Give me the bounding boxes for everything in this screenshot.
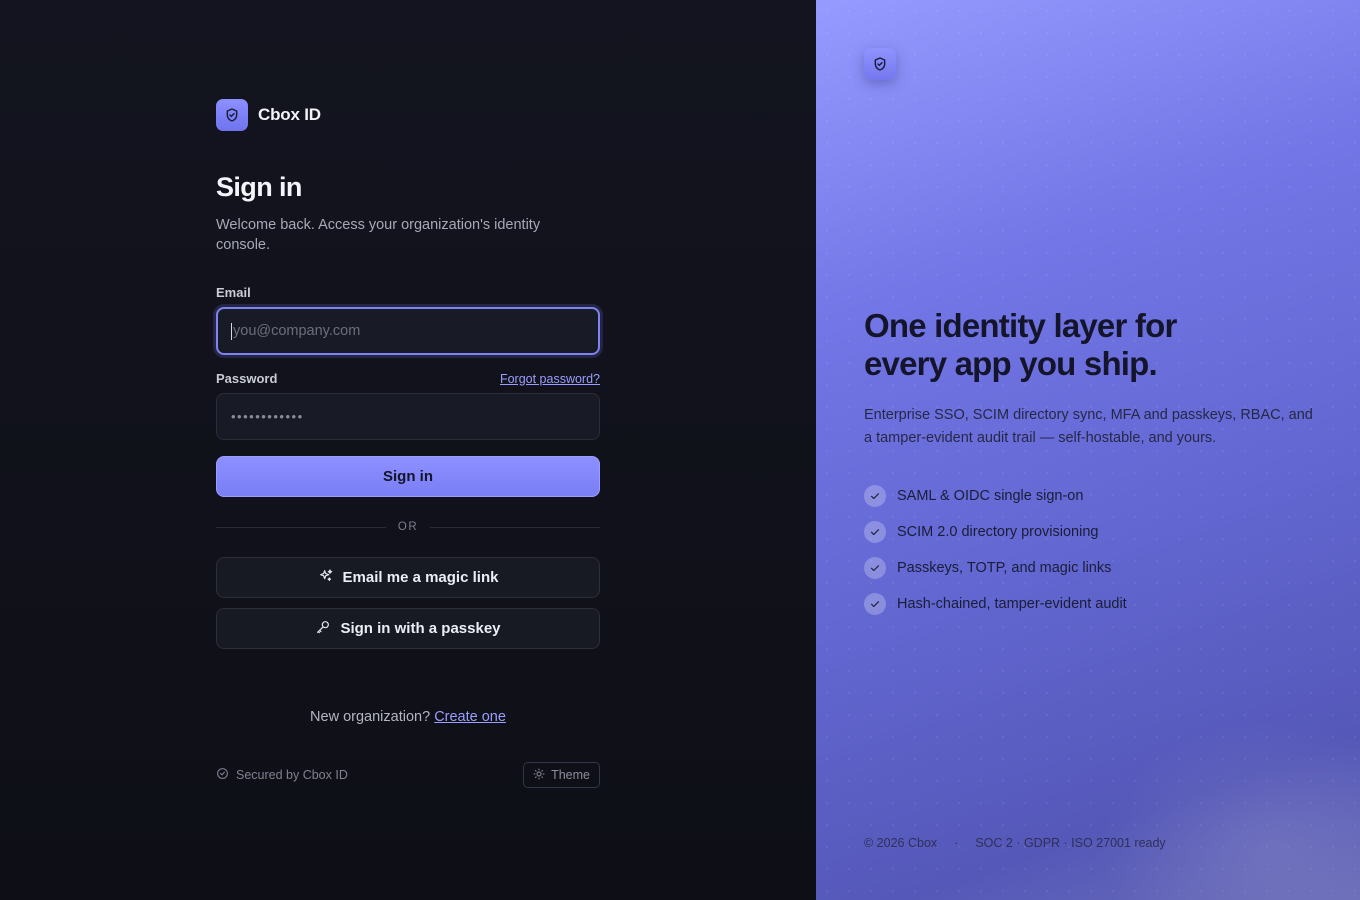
feature-label: SAML & OIDC single sign-on [897, 488, 1084, 504]
passkey-label: Sign in with a passkey [340, 620, 501, 637]
footer-separator: · [954, 836, 959, 850]
hero-headline-line1: One identity layer for [864, 307, 1177, 344]
new-org-prompt: New organization? Create one [216, 709, 600, 725]
check-circle-icon [216, 767, 229, 783]
divider-line [430, 526, 600, 528]
marketing-footer: © 2026 Cbox · SOC 2 · GDPR · ISO 27001 r… [864, 836, 1166, 850]
email-placeholder: you@company.com [233, 323, 361, 339]
check-icon [864, 557, 886, 579]
divider-line [216, 526, 386, 528]
email-label: Email [216, 285, 251, 300]
hero-headline-line2: every app you ship. [864, 345, 1158, 382]
password-placeholder: •••••••••••• [231, 409, 304, 424]
signin-footer: Secured by Cbox ID Theme [216, 762, 600, 788]
secured-by: Secured by Cbox ID [216, 767, 348, 783]
theme-toggle-button[interactable]: Theme [523, 762, 600, 788]
or-divider: OR [216, 521, 600, 533]
feature-item: SAML & OIDC single sign-on [864, 485, 1324, 507]
brand-name: Cbox ID [258, 105, 321, 124]
create-org-link[interactable]: Create one [434, 709, 506, 725]
new-org-text: New organization? [310, 709, 431, 725]
sign-in-button[interactable]: Sign in [216, 456, 600, 497]
password-label: Password [216, 371, 278, 386]
hero-headline: One identity layer for every app you shi… [864, 307, 1324, 383]
marketing-panel: One identity layer for every app you shi… [816, 0, 1360, 900]
hero: One identity layer for every app you shi… [864, 307, 1324, 629]
feature-label: Passkeys, TOTP, and magic links [897, 560, 1112, 576]
feature-item: Hash-chained, tamper-evident audit [864, 593, 1324, 615]
check-icon [864, 485, 886, 507]
compliance-badges: SOC 2 · GDPR · ISO 27001 ready [975, 836, 1166, 850]
check-icon [864, 521, 886, 543]
page-title: Sign in [216, 172, 302, 202]
check-icon [864, 593, 886, 615]
brand: Cbox ID [216, 99, 600, 131]
feature-label: Hash-chained, tamper-evident audit [897, 596, 1127, 612]
text-caret [231, 322, 232, 340]
shield-check-icon [216, 99, 248, 131]
sun-icon [533, 768, 545, 783]
password-label-row: Password Forgot password? [216, 371, 600, 386]
feature-item: Passkeys, TOTP, and magic links [864, 557, 1324, 579]
secured-text: Secured by Cbox ID [236, 768, 348, 782]
key-icon [315, 619, 331, 639]
theme-label: Theme [551, 768, 590, 782]
passkey-button[interactable]: Sign in with a passkey [216, 608, 600, 649]
email-input[interactable]: you@company.com [216, 307, 600, 355]
copyright: © 2026 Cbox [864, 836, 938, 850]
divider-text: OR [397, 521, 419, 533]
shield-check-icon [864, 48, 896, 80]
feature-list: SAML & OIDC single sign-on SCIM 2.0 dire… [864, 485, 1324, 615]
forgot-password-link[interactable]: Forgot password? [500, 372, 600, 386]
feature-item: SCIM 2.0 directory provisioning [864, 521, 1324, 543]
magic-link-button[interactable]: Email me a magic link [216, 557, 600, 598]
feature-label: SCIM 2.0 directory provisioning [897, 524, 1099, 540]
hero-description: Enterprise SSO, SCIM directory sync, MFA… [864, 407, 1313, 446]
password-input[interactable]: •••••••••••• [216, 393, 600, 440]
signin-panel: Cbox ID Sign in Welcome back. Access you… [0, 0, 816, 900]
sparkles-icon [318, 568, 334, 588]
signin-form: Cbox ID Sign in Welcome back. Access you… [216, 99, 600, 788]
magic-link-label: Email me a magic link [342, 569, 499, 586]
page-subtitle: Welcome back. Access your organization's… [216, 217, 541, 253]
